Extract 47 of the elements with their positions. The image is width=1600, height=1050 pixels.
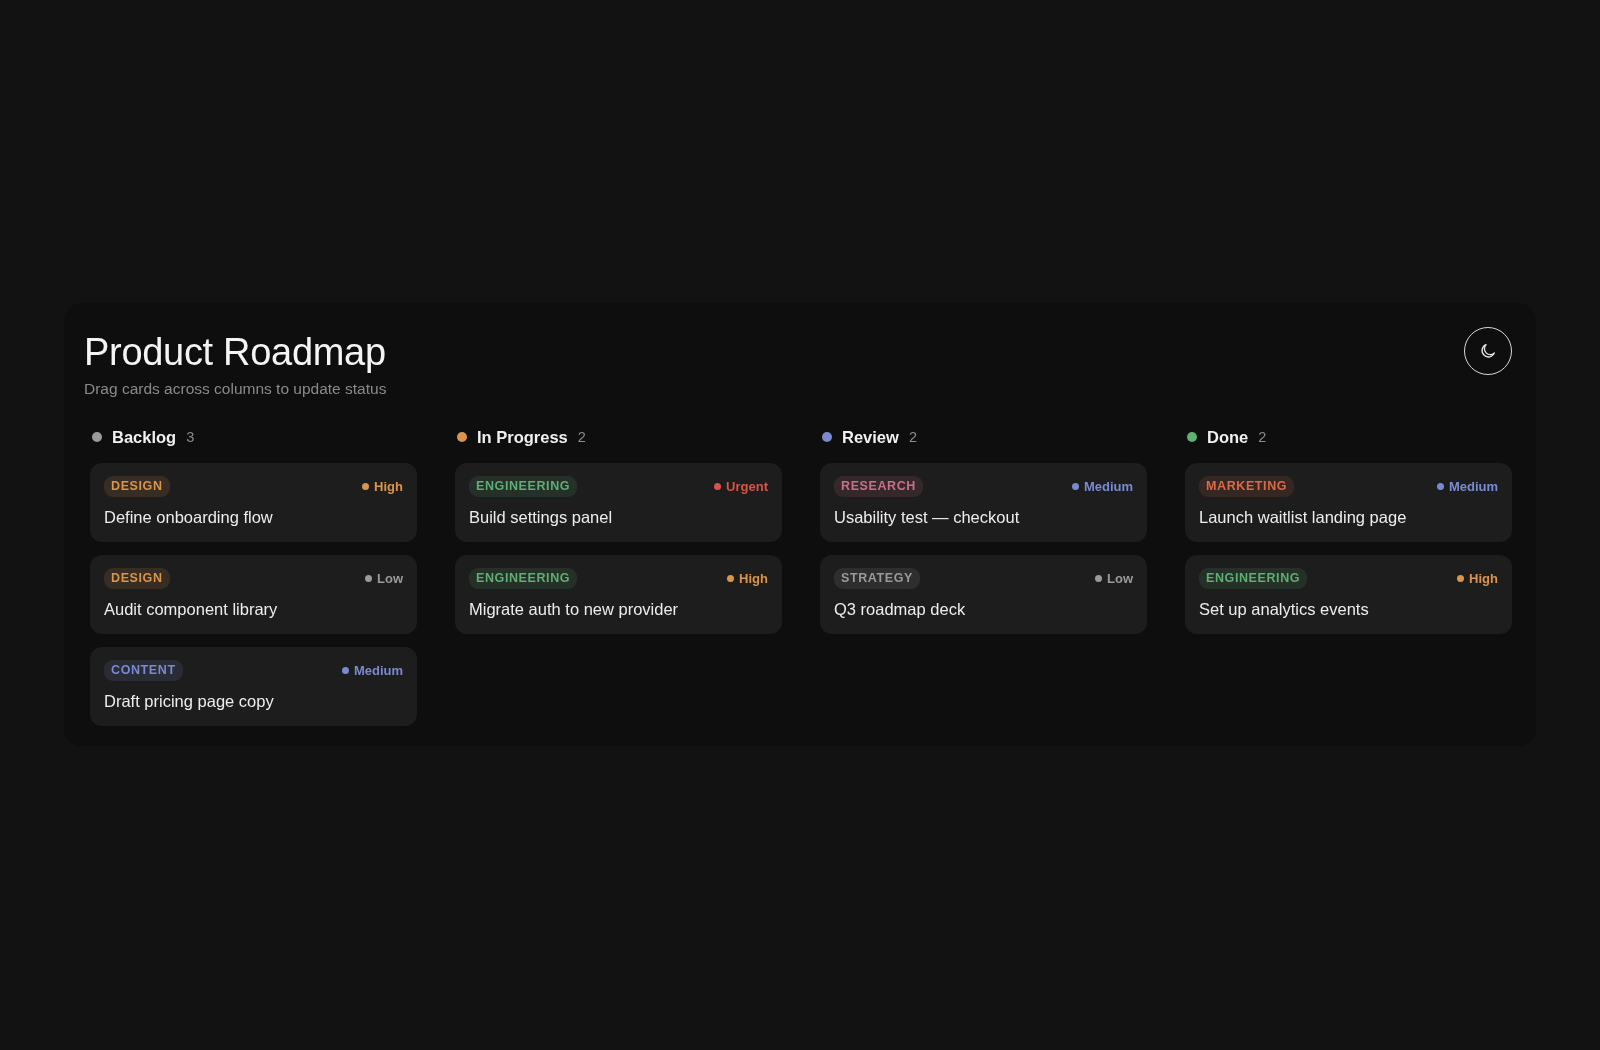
category-tag: ENGINEERING (1199, 567, 1308, 589)
card-title: Define onboarding flow (104, 507, 274, 528)
card-title: Migrate auth to new provider (469, 599, 680, 620)
card-title: Build settings panel (469, 507, 614, 528)
task-card[interactable]: ENGINEERING Urgent Build settings panel (455, 463, 782, 542)
task-card[interactable]: ENGINEERING High Set up analytics events (1185, 555, 1512, 634)
category-tag: DESIGN (104, 567, 170, 589)
task-card[interactable]: RESEARCH Medium Usability test — checkout (820, 463, 1147, 542)
card-title: Audit component library (104, 599, 279, 620)
column-count: 2 (908, 429, 917, 445)
card-title: Launch waitlist landing page (1199, 507, 1408, 528)
category-tag: ENGINEERING (469, 475, 578, 497)
column-title: Backlog (112, 427, 177, 447)
category-tag: DESIGN (104, 475, 170, 497)
card-title: Draft pricing page copy (104, 691, 275, 712)
priority-label: Medium (1083, 478, 1133, 494)
priority-label: Medium (1448, 478, 1498, 494)
priority-label: High (739, 570, 768, 586)
task-card[interactable]: STRATEGY Low Q3 roadmap deck (820, 555, 1147, 634)
column-title: Done (1207, 427, 1249, 447)
category-tag: CONTENT (104, 659, 183, 681)
column-count: 2 (1258, 429, 1267, 445)
column-count: 2 (577, 429, 586, 445)
moon-icon (1479, 342, 1497, 360)
priority-label: Low (377, 570, 403, 586)
category-tag: RESEARCH (834, 475, 923, 497)
priority-label: Low (1107, 570, 1133, 586)
page-title: Product Roadmap (84, 330, 387, 375)
category-tag: STRATEGY (834, 567, 920, 589)
column-title: In Progress (477, 427, 568, 447)
task-card[interactable]: CONTENT Medium Draft pricing page copy (90, 647, 417, 726)
priority-label: High (1469, 570, 1498, 586)
task-card[interactable]: DESIGN Low Audit component library (90, 555, 417, 634)
priority-label: Medium (353, 662, 403, 678)
card-title: Q3 roadmap deck (834, 599, 967, 620)
task-card[interactable]: ENGINEERING High Migrate auth to new provider (455, 555, 782, 634)
card-title: Usability test — checkout (834, 507, 1021, 528)
priority-label: High (374, 478, 403, 494)
category-tag: ENGINEERING (469, 567, 578, 589)
task-card[interactable]: MARKETING Medium Launch waitlist landing page (1185, 463, 1512, 542)
priority-label: Urgent (726, 478, 768, 494)
card-title: Set up analytics events (1199, 599, 1370, 620)
column-count: 3 (186, 429, 195, 445)
category-tag: MARKETING (1199, 475, 1295, 497)
page-subtitle: Drag cards across columns to update status (84, 379, 387, 399)
task-card[interactable]: DESIGN High Define onboarding flow (90, 463, 417, 542)
column-title: Review (842, 427, 899, 447)
